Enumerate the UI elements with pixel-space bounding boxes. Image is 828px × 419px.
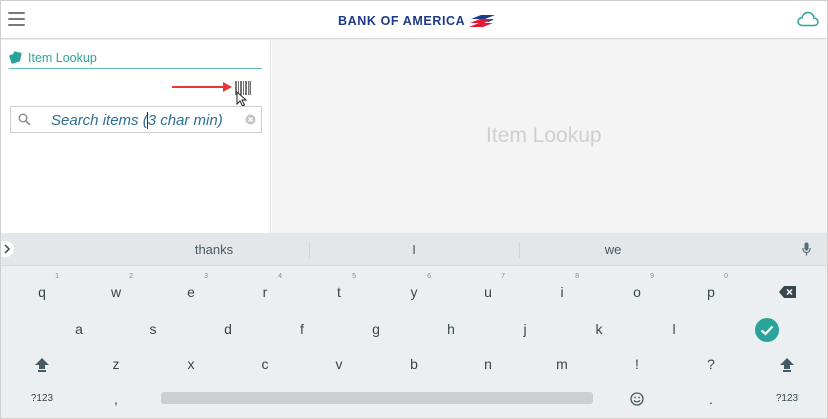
key-hint: 4 — [278, 273, 282, 280]
key-exclamation[interactable]: ! — [617, 347, 657, 381]
key-n[interactable]: n — [468, 347, 508, 381]
key-label: e — [187, 284, 195, 300]
panel-header: Item Lookup — [9, 47, 262, 69]
key-i[interactable]: i8 — [542, 273, 582, 309]
key-label: y — [410, 284, 418, 300]
key-hint: 2 — [129, 273, 133, 280]
clear-icon[interactable] — [245, 114, 256, 125]
key-hint: 5 — [352, 273, 356, 280]
key-label: o — [633, 284, 641, 300]
checkmark-icon — [760, 325, 774, 336]
key-y[interactable]: y6 — [394, 273, 434, 309]
chevron-right-icon — [4, 244, 11, 254]
flag-icon — [469, 15, 496, 27]
suggestion-2[interactable]: I — [374, 242, 454, 257]
key-t[interactable]: t5 — [319, 273, 359, 309]
key-hint: 3 — [204, 273, 208, 280]
key-k[interactable]: k — [579, 312, 619, 346]
key-label: q — [38, 284, 46, 300]
key-u[interactable]: u7 — [468, 273, 508, 309]
key-l[interactable]: l — [654, 312, 694, 346]
key-comma[interactable]: , — [96, 382, 136, 416]
key-a[interactable]: a — [59, 312, 99, 346]
space-key[interactable] — [161, 392, 593, 404]
key-f[interactable]: f — [282, 312, 322, 346]
app-window: BANK OF AMERICA Item Lookup Search items… — [0, 0, 828, 419]
key-e[interactable]: e3 — [171, 273, 211, 309]
shift-icon — [35, 358, 49, 372]
emoji-icon — [630, 392, 644, 406]
search-input[interactable] — [51, 109, 241, 131]
key-r[interactable]: r4 — [245, 273, 285, 309]
key-w[interactable]: w2 — [96, 273, 136, 309]
key-d[interactable]: d — [208, 312, 248, 346]
key-h[interactable]: h — [431, 312, 471, 346]
key-label: p — [707, 284, 715, 300]
key-p[interactable]: p0 — [691, 273, 731, 309]
enter-key[interactable] — [755, 318, 779, 342]
key-hint: 6 — [427, 273, 431, 280]
key-label: t — [337, 284, 341, 300]
app-header: BANK OF AMERICA — [1, 1, 827, 39]
empty-state-title: Item Lookup — [486, 124, 602, 147]
key-m[interactable]: m — [542, 347, 582, 381]
shift-key-left[interactable] — [22, 347, 62, 381]
key-period[interactable]: . — [691, 382, 731, 416]
key-label: i — [560, 284, 564, 300]
key-hint: 0 — [724, 273, 728, 280]
shift-key-right[interactable] — [767, 347, 807, 381]
cloud-icon[interactable] — [797, 11, 819, 27]
key-label: u — [484, 284, 492, 300]
key-b[interactable]: b — [394, 347, 434, 381]
key-c[interactable]: c — [245, 347, 285, 381]
key-j[interactable]: j — [505, 312, 545, 346]
search-box[interactable] — [10, 106, 262, 133]
annotation-arrow — [172, 82, 232, 92]
hamburger-menu-icon[interactable] — [8, 12, 25, 26]
mouse-cursor-icon — [236, 91, 248, 107]
tag-icon — [9, 51, 22, 64]
suggestion-3[interactable]: we — [573, 242, 653, 257]
brand-logo: BANK OF AMERICA — [338, 12, 497, 30]
suggestion-bar: thanks I we — [1, 233, 827, 266]
key-label: r — [262, 284, 268, 300]
key-g[interactable]: g — [356, 312, 396, 346]
key-x[interactable]: x — [171, 347, 211, 381]
symbols-key-right[interactable]: ?123 — [767, 382, 807, 416]
key-label: w — [110, 284, 122, 300]
brand-name: BANK OF AMERICA — [338, 14, 466, 28]
symbols-key-left[interactable]: ?123 — [22, 382, 62, 416]
on-screen-keyboard: thanks I we q1 w2 e3 r4 t5 y6 u7 i8 o9 p… — [1, 233, 827, 418]
suggestion-divider — [309, 242, 310, 258]
key-hint: 1 — [55, 273, 59, 280]
key-question[interactable]: ? — [691, 347, 731, 381]
panel-title: Item Lookup — [28, 50, 97, 65]
text-caret — [147, 112, 148, 129]
key-hint: 9 — [650, 273, 654, 280]
key-o[interactable]: o9 — [617, 273, 657, 309]
suggestion-divider — [519, 242, 520, 258]
shift-icon — [780, 358, 794, 372]
microphone-icon[interactable] — [802, 242, 811, 256]
key-z[interactable]: z — [96, 347, 136, 381]
key-s[interactable]: s — [133, 312, 173, 346]
search-icon — [18, 113, 31, 126]
emoji-key[interactable] — [617, 382, 657, 416]
item-lookup-panel: Item Lookup — [1, 40, 271, 233]
key-hint: 8 — [575, 273, 579, 280]
backspace-key[interactable] — [767, 275, 807, 309]
expand-toolbar-button[interactable] — [1, 241, 14, 257]
backspace-icon — [778, 286, 796, 298]
key-hint: 7 — [501, 273, 505, 280]
key-q[interactable]: q1 — [22, 273, 62, 309]
detail-panel: Item Lookup — [272, 40, 827, 233]
key-v[interactable]: v — [319, 347, 359, 381]
suggestion-1[interactable]: thanks — [174, 242, 254, 257]
